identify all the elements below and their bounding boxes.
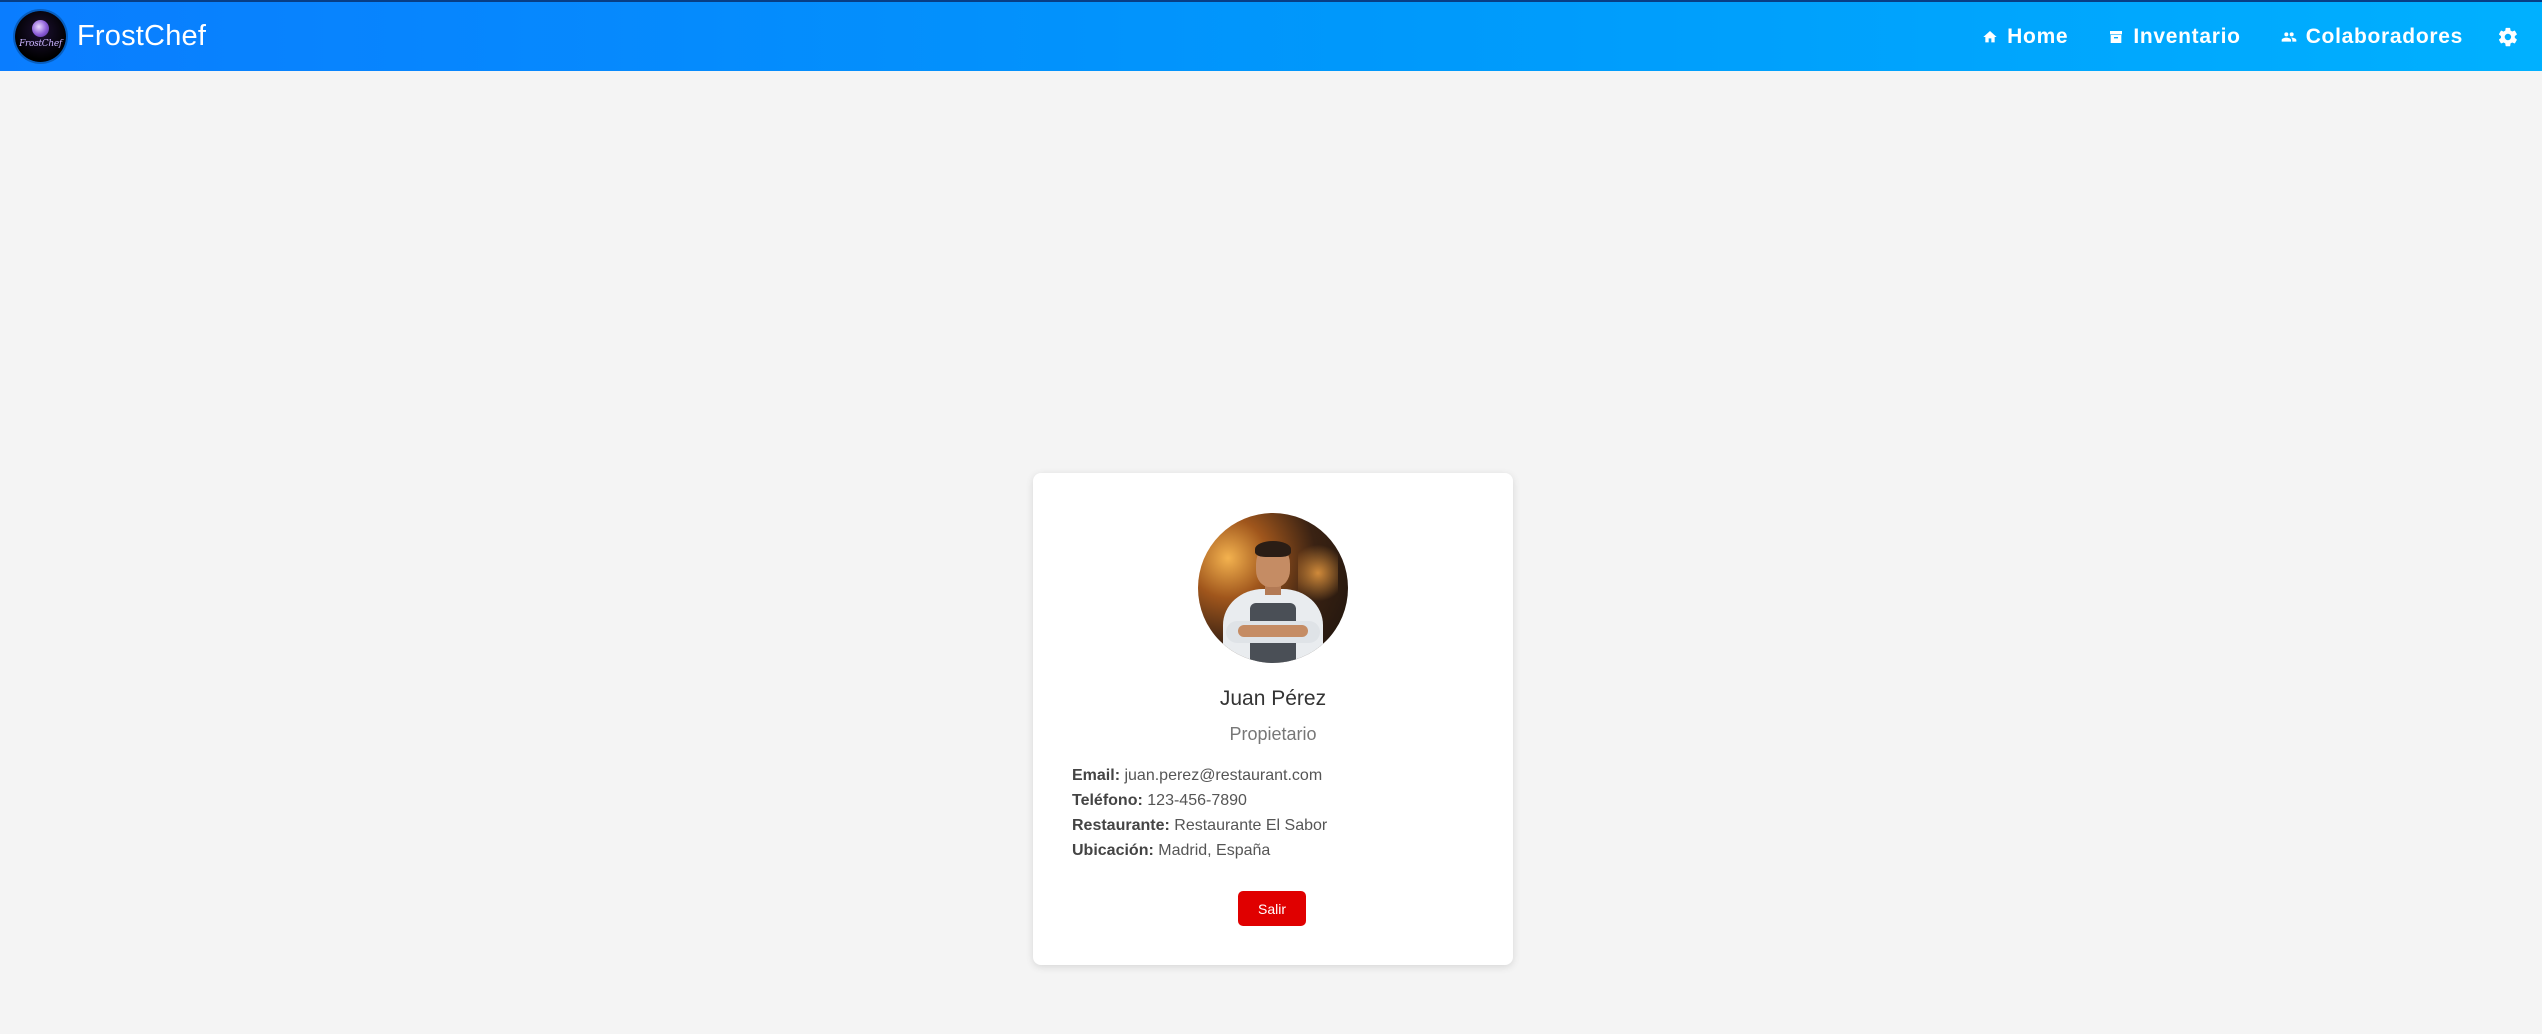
detail-value: Madrid, España [1158, 842, 1271, 859]
group-icon [2281, 31, 2297, 42]
nav-item-colaboradores[interactable]: Colaboradores [2281, 25, 2463, 49]
brand-logo[interactable]: FrostChef [15, 11, 66, 62]
detail-location: Ubicación: Madrid, España [1072, 838, 1327, 863]
avatar-hair [1255, 541, 1291, 557]
detail-value: juan.perez@restaurant.com [1124, 767, 1323, 784]
top-navbar: FrostChef FrostChef Home Inventario Cola… [0, 0, 2542, 71]
detail-label: Ubicación: [1072, 842, 1154, 859]
nav-item-label: Colaboradores [2305, 24, 2463, 48]
logo-orb [32, 20, 49, 37]
nav-item-inventario[interactable]: Inventario [2108, 25, 2240, 49]
brand-name[interactable]: FrostChef [77, 20, 206, 53]
brand[interactable]: FrostChef FrostChef [15, 11, 206, 62]
home-icon [1983, 30, 1997, 42]
profile-card: Juan Pérez Propietario Email: juan.perez… [1033, 473, 1513, 965]
settings-button[interactable] [2497, 26, 2519, 48]
archive-icon [2110, 30, 2123, 43]
nav-item-label: Home [2007, 24, 2069, 48]
avatar-hands [1238, 625, 1308, 637]
profile-role: Propietario [1229, 724, 1317, 744]
nav-item-label: Inventario [2133, 24, 2241, 48]
detail-restaurant: Restaurante: Restaurante El Sabor [1072, 813, 1327, 838]
logo-text: FrostChef [19, 39, 62, 49]
detail-label: Email: [1072, 767, 1121, 784]
logout-button[interactable]: Salir [1238, 891, 1306, 926]
detail-email: Email: juan.perez@restaurant.com [1072, 763, 1327, 788]
profile-details: Email: juan.perez@restaurant.com Teléfon… [1072, 763, 1327, 863]
detail-value: 123-456-7890 [1147, 792, 1247, 809]
detail-label: Teléfono: [1072, 792, 1143, 809]
detail-phone: Teléfono: 123-456-7890 [1072, 788, 1327, 813]
main-nav: Home Inventario Colaboradores [1942, 25, 2519, 49]
detail-value: Restaurante El Sabor [1174, 817, 1328, 834]
avatar [1198, 513, 1348, 663]
gear-icon [2498, 27, 2517, 46]
profile-name: Juan Pérez [1219, 687, 1327, 710]
nav-item-home[interactable]: Home [1982, 25, 2068, 49]
detail-label: Restaurante: [1072, 817, 1170, 834]
